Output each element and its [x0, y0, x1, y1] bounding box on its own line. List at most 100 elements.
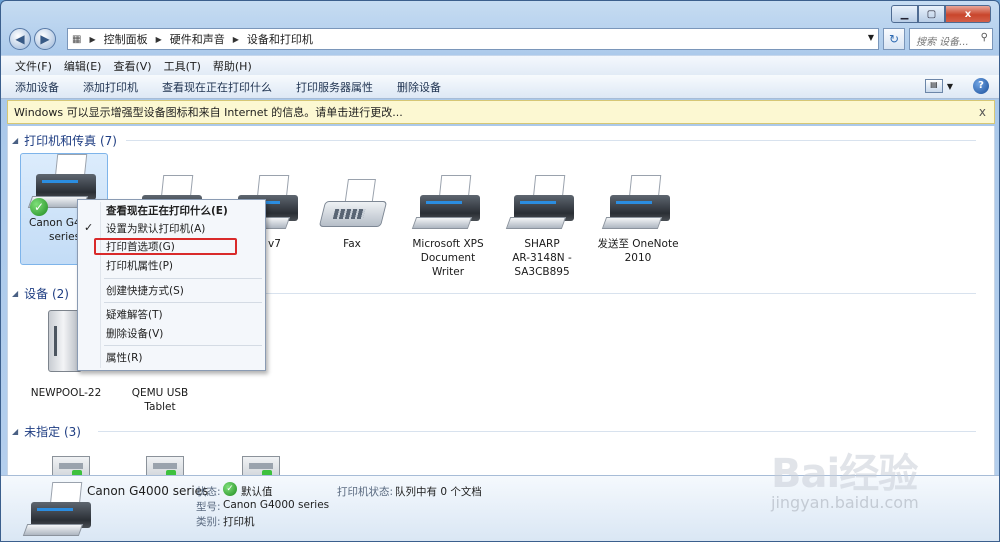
group-header-unspecified[interactable]: ◢ 未指定 (3) [12, 423, 81, 440]
menu-view[interactable]: 查看(V) [113, 58, 151, 74]
breadcrumb-chevron-icon[interactable]: ▶ [156, 35, 162, 44]
device-label: Writer [431, 266, 465, 278]
baidu-watermark-url: jingyan.baidu.com [771, 493, 919, 512]
minimize-button[interactable]: ▁ [891, 5, 918, 23]
search-icon[interactable]: ⚲ [981, 32, 988, 43]
menu-separator [104, 278, 262, 279]
context-menu: 查看现在正在打印什么(E) ✓ 设置为默认打印机(A) 打印首选项(G) 打印机… [77, 199, 266, 371]
printer-onenote[interactable]: 发送至 OneNote 2010 [594, 175, 682, 265]
server-icon [32, 448, 104, 475]
info-bar-text: Windows 可以显示增强型设备图标和来自 Internet 的信息。请单击进… [14, 106, 403, 119]
fax-icon [316, 175, 388, 235]
printer-microsoft-xps[interactable]: Microsoft XPS Document Writer [404, 175, 492, 279]
menu-item-printing-preferences[interactable]: 打印首选项(G) [106, 238, 175, 256]
breadcrumb-chevron-icon[interactable]: ▶ [89, 35, 95, 44]
device-label: Tablet [144, 401, 176, 413]
menu-item-set-default[interactable]: 设置为默认打印机(A) [106, 220, 205, 238]
group-title: 打印机和传真 (7) [24, 134, 117, 148]
breadcrumb-control-panel[interactable]: 控制面板 [104, 31, 148, 47]
group-divider [126, 140, 976, 141]
printer-icon [505, 175, 578, 235]
close-button[interactable]: x [945, 5, 991, 23]
search-placeholder: 搜索 设备... [916, 37, 969, 48]
device-label: 2010 [624, 252, 652, 264]
details-status-value: 默认值 [241, 486, 273, 498]
add-device-button[interactable]: 添加设备 [15, 79, 59, 95]
info-bar-close-button[interactable]: x [979, 105, 986, 119]
printer-icon [601, 175, 674, 235]
details-model-label: 型号: [196, 501, 221, 513]
printer-icon [22, 482, 95, 541]
menu-item-printer-properties[interactable]: 打印机属性(P) [106, 257, 173, 275]
details-category-value: 打印机 [223, 516, 255, 528]
menu-item-properties[interactable]: 属性(R) [106, 349, 143, 367]
breadcrumb-devices-printers[interactable]: 设备和打印机 [247, 31, 313, 47]
remove-device-button[interactable]: 删除设备 [397, 79, 441, 95]
search-input[interactable]: 搜索 设备... ⚲ [909, 28, 993, 50]
view-dropdown-icon[interactable]: ▼ [947, 82, 953, 91]
group-divider [98, 431, 976, 432]
add-printer-button[interactable]: 添加打印机 [83, 79, 138, 95]
context-menu-gutter [100, 202, 101, 368]
device-label: SHARP [524, 238, 560, 250]
collapse-triangle-icon[interactable]: ◢ [12, 427, 18, 436]
navigation-bar: ◀ ▶ ▦ ▶ 控制面板 ▶ 硬件和声音 ▶ 设备和打印机 ▼ ↻ 搜索 设备.… [1, 25, 999, 53]
device-label: 发送至 OneNote [597, 238, 679, 250]
device-label: QEMU USB [131, 387, 189, 399]
unspecified-device-3[interactable] [214, 448, 302, 475]
printer-sharp[interactable]: SHARP AR-3148N - SA3CB895 [498, 175, 586, 279]
device-label: AR-3148N - [512, 252, 572, 264]
control-panel-icon: ▦ [72, 33, 82, 45]
breadcrumb-hardware-sound[interactable]: 硬件和声音 [170, 31, 225, 47]
menu-help[interactable]: 帮助(H) [213, 58, 252, 74]
refresh-button[interactable]: ↻ [883, 28, 905, 50]
breadcrumb-chevron-icon[interactable]: ▶ [233, 35, 239, 44]
view-options-icon[interactable]: ▤ [924, 79, 943, 93]
menu-item-remove-device[interactable]: 删除设备(V) [106, 325, 163, 343]
details-device-name: Canon G4000 series [87, 484, 209, 498]
back-button[interactable]: ◀ [9, 28, 31, 50]
device-label: Microsoft XPS [412, 238, 484, 250]
see-whats-printing-button[interactable]: 查看现在正在打印什么 [162, 79, 272, 95]
collapse-triangle-icon[interactable]: ◢ [12, 289, 18, 298]
group-title: 设备 (2) [24, 287, 69, 301]
checkmark-icon: ✓ [84, 221, 94, 234]
print-server-properties-button[interactable]: 打印服务器属性 [296, 79, 373, 95]
unspecified-device-2[interactable] [118, 448, 206, 475]
menu-item-create-shortcut[interactable]: 创建快捷方式(S) [106, 282, 184, 300]
command-bar: 添加设备 添加打印机 查看现在正在打印什么 打印服务器属性 删除设备 ▤ ▼ ? [1, 75, 999, 99]
server-icon [222, 448, 294, 475]
group-header-devices[interactable]: ◢ 设备 (2) [12, 285, 69, 302]
menu-file[interactable]: 文件(F) [15, 58, 52, 74]
explorer-window: ▁ ▢ x ◀ ▶ ▦ ▶ 控制面板 ▶ 硬件和声音 ▶ 设备和打印机 ▼ ↻ … [0, 0, 1000, 542]
group-title: 未指定 (3) [24, 425, 81, 439]
menu-item-troubleshoot[interactable]: 疑难解答(T) [106, 306, 163, 324]
baidu-watermark: Bai经验 [771, 451, 918, 497]
info-bar[interactable]: Windows 可以显示增强型设备图标和来自 Internet 的信息。请单击进… [7, 100, 995, 124]
printer-fax[interactable]: Fax [308, 175, 396, 251]
printer-icon [411, 175, 484, 235]
details-model-value: Canon G4000 series [223, 499, 330, 511]
forward-button[interactable]: ▶ [34, 28, 56, 50]
menu-edit[interactable]: 编辑(E) [64, 58, 102, 74]
details-printer-status-label: 打印机状态: [337, 486, 394, 498]
server-icon [126, 448, 198, 475]
maximize-button[interactable]: ▢ [918, 5, 945, 23]
device-label: NEWPOOL-22 [30, 387, 102, 399]
group-header-printers[interactable]: ◢ 打印机和传真 (7) [12, 132, 117, 149]
details-status-label: 状态: [196, 486, 221, 498]
menu-bar: 文件(F) 编辑(E) 查看(V) 工具(T) 帮助(H) [1, 55, 999, 75]
help-icon[interactable]: ? [973, 78, 989, 94]
unspecified-device-1[interactable] [24, 448, 112, 475]
collapse-triangle-icon[interactable]: ◢ [12, 136, 18, 145]
menu-tools[interactable]: 工具(T) [164, 58, 201, 74]
menu-separator [104, 302, 262, 303]
address-dropdown-icon[interactable]: ▼ [868, 33, 874, 42]
details-printer-status-value: 队列中有 0 个文档 [395, 486, 482, 498]
menu-separator [104, 345, 262, 346]
caption-buttons: ▁ ▢ x [891, 5, 991, 23]
address-bar[interactable]: ▦ ▶ 控制面板 ▶ 硬件和声音 ▶ 设备和打印机 ▼ [67, 28, 879, 50]
details-category-label: 类别: [196, 516, 221, 528]
menu-item-see-whats-printing[interactable]: 查看现在正在打印什么(E) [106, 202, 228, 220]
device-label: Fax [343, 238, 361, 250]
